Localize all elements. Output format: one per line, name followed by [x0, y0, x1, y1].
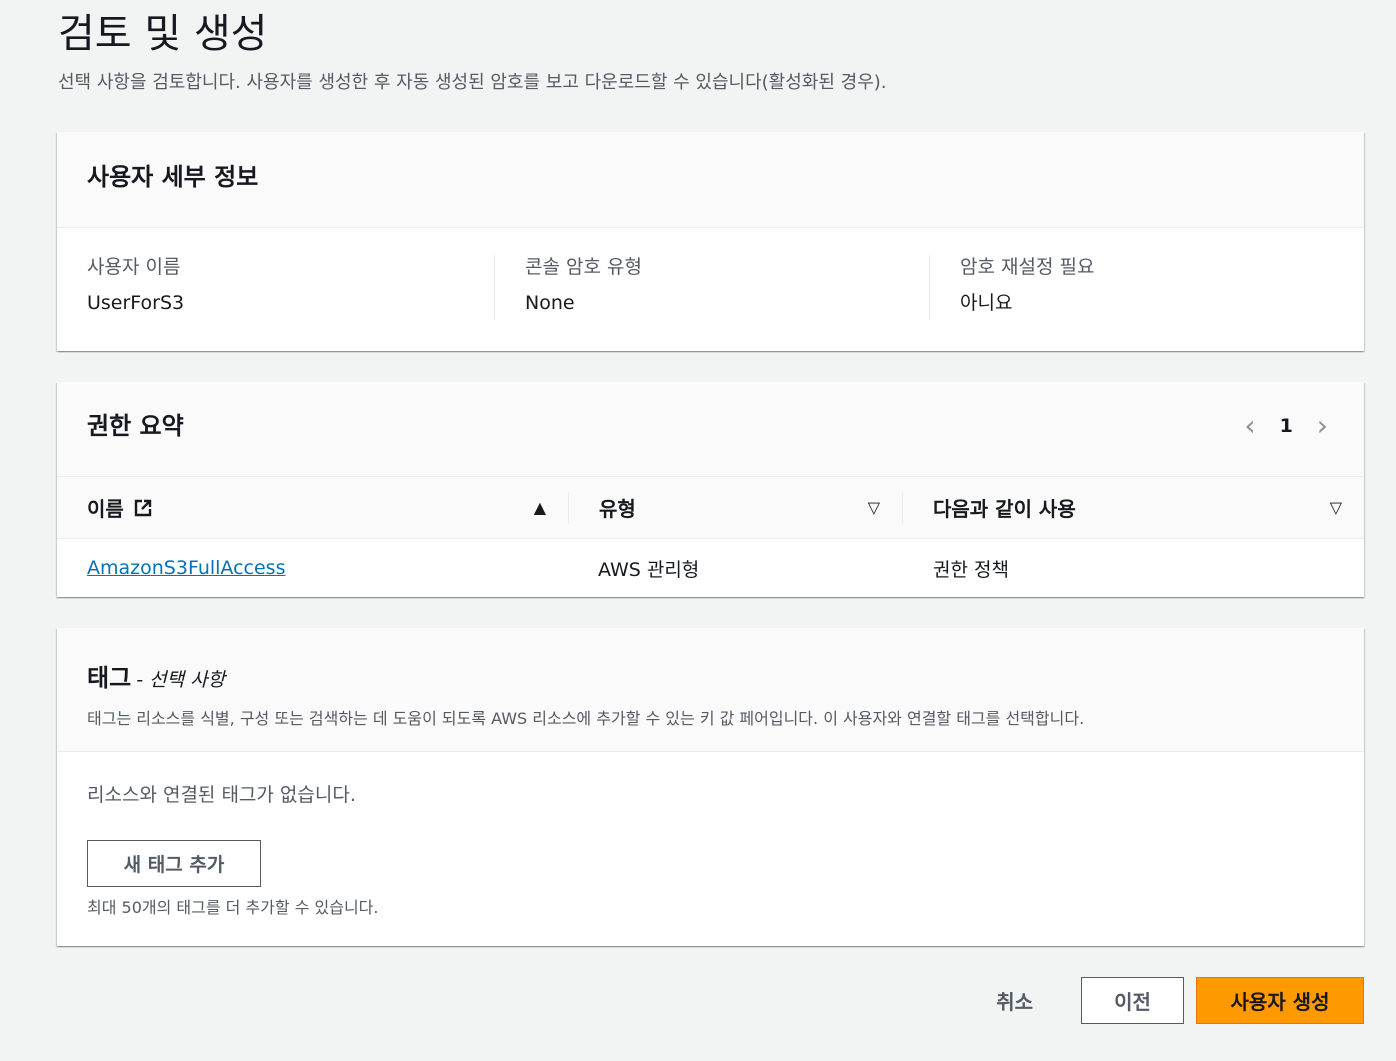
policy-used-as-cell: 권한 정책: [933, 558, 1009, 581]
chevron-right-icon[interactable]: ›: [1317, 412, 1328, 440]
create-user-button[interactable]: 사용자 생성: [1196, 977, 1364, 1024]
add-tag-button[interactable]: 새 태그 추가: [87, 840, 261, 887]
sort-ascending-icon[interactable]: ▲: [534, 498, 546, 517]
field-value: 아니요: [960, 292, 1013, 314]
field-label: 콘솔 암호 유형: [525, 256, 642, 278]
footer-actions: 취소 이전 사용자 생성: [990, 977, 1364, 1024]
user-details-fields: 사용자 이름 UserForS3 콘솔 암호 유형 None 암호 재설정 필요…: [57, 228, 1364, 320]
permissions-header: 권한 요약 ‹ 1 ›: [57, 382, 1364, 477]
tags-panel: 태그 - 선택 사항 태그는 리소스를 식별, 구성 또는 검색하는 데 도움이…: [57, 628, 1364, 946]
column-header-name[interactable]: 이름 ▲: [57, 492, 568, 524]
tags-optional-label: - 선택 사항: [136, 669, 226, 691]
page-title: 검토 및 생성: [58, 11, 268, 57]
policy-link[interactable]: AmazonS3FullAccess: [87, 557, 285, 579]
policy-type-cell: AWS 관리형: [598, 558, 700, 581]
tags-limit-hint: 최대 50개의 태그를 더 추가할 수 있습니다.: [87, 898, 379, 917]
sort-icon[interactable]: ▽: [1330, 498, 1342, 517]
column-header-type[interactable]: 유형 ▽: [568, 491, 902, 524]
pagination: ‹ 1 ›: [1244, 412, 1328, 440]
field-value: UserForS3: [87, 292, 185, 314]
previous-button[interactable]: 이전: [1081, 977, 1184, 1024]
field-console-password-type: 콘솔 암호 유형 None: [494, 254, 929, 320]
table-row: AmazonS3FullAccess AWS 관리형 권한 정책: [57, 539, 1364, 597]
user-details-title: 사용자 세부 정보: [87, 163, 259, 191]
field-label: 암호 재설정 필요: [960, 256, 1095, 278]
column-label: 다음과 같이 사용: [933, 497, 1076, 521]
page-number[interactable]: 1: [1280, 415, 1293, 437]
page-description: 선택 사항을 검토합니다. 사용자를 생성한 후 자동 생성된 암호를 보고 다…: [58, 72, 887, 93]
policy-name-cell: AmazonS3FullAccess: [57, 557, 568, 579]
tags-title: 태그: [87, 664, 132, 692]
field-label: 사용자 이름: [87, 256, 181, 278]
tags-header: 태그 - 선택 사항 태그는 리소스를 식별, 구성 또는 검색하는 데 도움이…: [57, 628, 1364, 752]
user-details-header: 사용자 세부 정보: [57, 132, 1364, 228]
column-label: 이름: [87, 497, 124, 521]
table-header: 이름 ▲ 유형 ▽ 다음과 같이 사용 ▽: [57, 477, 1364, 539]
cancel-button[interactable]: 취소: [990, 985, 1039, 1016]
external-link-icon: [134, 499, 152, 516]
tags-description: 태그는 리소스를 식별, 구성 또는 검색하는 데 도움이 되도록 AWS 리소…: [87, 709, 1085, 728]
column-header-used-as[interactable]: 다음과 같이 사용 ▽: [902, 491, 1364, 524]
tags-empty-message: 리소스와 연결된 태그가 없습니다.: [87, 784, 356, 806]
column-label: 유형: [599, 497, 636, 521]
permissions-title: 권한 요약: [87, 412, 184, 440]
chevron-left-icon[interactable]: ‹: [1244, 412, 1255, 440]
user-details-panel: 사용자 세부 정보 사용자 이름 UserForS3 콘솔 암호 유형 None…: [57, 132, 1364, 351]
field-user-name: 사용자 이름 UserForS3: [57, 254, 494, 320]
sort-icon[interactable]: ▽: [868, 498, 880, 517]
permissions-summary-panel: 권한 요약 ‹ 1 › 이름 ▲ 유형 ▽ 다음과 같이 사용 ▽ Amazon…: [57, 382, 1364, 597]
field-value: None: [525, 292, 575, 314]
field-password-reset-required: 암호 재설정 필요 아니요: [929, 254, 1364, 320]
